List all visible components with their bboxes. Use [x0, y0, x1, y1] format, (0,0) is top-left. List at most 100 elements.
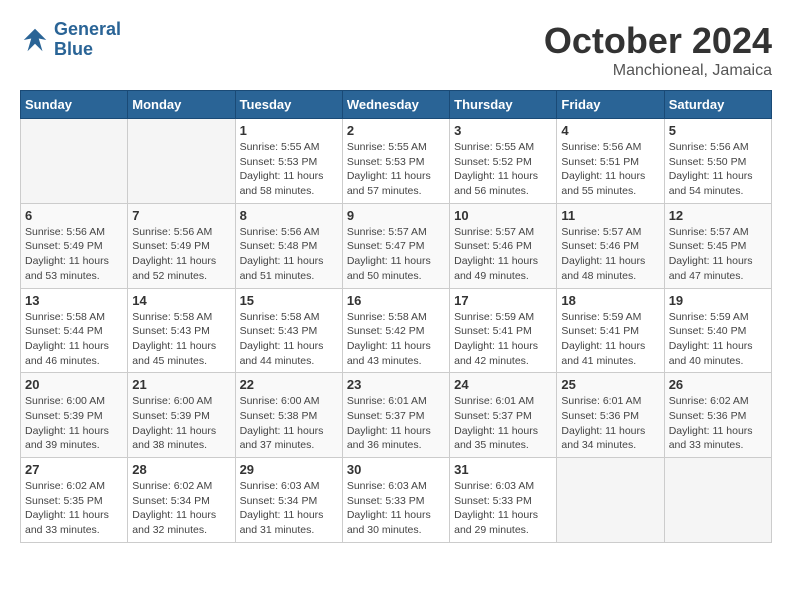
day-info: Sunrise: 5:56 AM Sunset: 5:49 PM Dayligh…: [25, 225, 123, 284]
calendar-day: 19 Sunrise: 5:59 AM Sunset: 5:40 PM Dayli…: [664, 288, 771, 373]
calendar-day: 28 Sunrise: 6:02 AM Sunset: 5:34 PM Dayli…: [128, 458, 235, 543]
day-number: 12: [669, 208, 767, 223]
calendar-week-1: 1 Sunrise: 5:55 AM Sunset: 5:53 PM Daylig…: [21, 119, 772, 204]
day-info: Sunrise: 5:58 AM Sunset: 5:44 PM Dayligh…: [25, 310, 123, 369]
page-header: General Blue October 2024 Manchioneal, J…: [20, 20, 772, 80]
logo-text-general: General: [54, 20, 121, 40]
weekday-header-row: SundayMondayTuesdayWednesdayThursdayFrid…: [21, 91, 772, 119]
day-number: 11: [561, 208, 659, 223]
day-info: Sunrise: 5:55 AM Sunset: 5:53 PM Dayligh…: [240, 140, 338, 199]
day-info: Sunrise: 6:01 AM Sunset: 5:37 PM Dayligh…: [454, 394, 552, 453]
calendar-day: 18Sunrise: 5:59 AM Sunset: 5:41 PM Dayli…: [557, 288, 664, 373]
calendar-day: 17 Sunrise: 5:59 AM Sunset: 5:41 PM Dayli…: [450, 288, 557, 373]
day-info: Sunrise: 5:56 AM Sunset: 5:51 PM Dayligh…: [561, 140, 659, 199]
weekday-header-sunday: Sunday: [21, 91, 128, 119]
day-number: 3: [454, 123, 552, 138]
calendar-day: [21, 119, 128, 204]
month-title: October 2024: [544, 20, 772, 62]
day-info: Sunrise: 6:03 AM Sunset: 5:34 PM Dayligh…: [240, 479, 338, 538]
calendar-day: 25Sunrise: 6:01 AM Sunset: 5:36 PM Dayli…: [557, 373, 664, 458]
calendar-day: 1 Sunrise: 5:55 AM Sunset: 5:53 PM Daylig…: [235, 119, 342, 204]
day-number: 17: [454, 293, 552, 308]
day-info: Sunrise: 5:58 AM Sunset: 5:43 PM Dayligh…: [132, 310, 230, 369]
day-info: Sunrise: 6:03 AM Sunset: 5:33 PM Dayligh…: [347, 479, 445, 538]
day-number: 16: [347, 293, 445, 308]
calendar-day: [664, 458, 771, 543]
day-info: Sunrise: 5:59 AM Sunset: 5:41 PM Dayligh…: [454, 310, 552, 369]
calendar-day: 31 Sunrise: 6:03 AM Sunset: 5:33 PM Dayli…: [450, 458, 557, 543]
calendar-week-2: 6Sunrise: 5:56 AM Sunset: 5:49 PM Daylig…: [21, 203, 772, 288]
day-number: 1: [240, 123, 338, 138]
day-info: Sunrise: 5:57 AM Sunset: 5:47 PM Dayligh…: [347, 225, 445, 284]
day-number: 19: [669, 293, 767, 308]
calendar-day: 26Sunrise: 6:02 AM Sunset: 5:36 PM Dayli…: [664, 373, 771, 458]
calendar-week-3: 13 Sunrise: 5:58 AM Sunset: 5:44 PM Dayli…: [21, 288, 772, 373]
weekday-header-thursday: Thursday: [450, 91, 557, 119]
calendar-day: 22 Sunrise: 6:00 AM Sunset: 5:38 PM Dayli…: [235, 373, 342, 458]
day-info: Sunrise: 5:59 AM Sunset: 5:41 PM Dayligh…: [561, 310, 659, 369]
location-title: Manchioneal, Jamaica: [544, 62, 772, 80]
calendar-day: 5 Sunrise: 5:56 AM Sunset: 5:50 PM Daylig…: [664, 119, 771, 204]
day-number: 8: [240, 208, 338, 223]
day-info: Sunrise: 5:56 AM Sunset: 5:49 PM Dayligh…: [132, 225, 230, 284]
calendar-day: 29 Sunrise: 6:03 AM Sunset: 5:34 PM Dayli…: [235, 458, 342, 543]
day-info: Sunrise: 5:58 AM Sunset: 5:42 PM Dayligh…: [347, 310, 445, 369]
day-info: Sunrise: 5:59 AM Sunset: 5:40 PM Dayligh…: [669, 310, 767, 369]
logo: General Blue: [20, 20, 121, 60]
weekday-header-tuesday: Tuesday: [235, 91, 342, 119]
calendar-day: [128, 119, 235, 204]
calendar-day: 30 Sunrise: 6:03 AM Sunset: 5:33 PM Dayli…: [342, 458, 449, 543]
logo-text-blue: Blue: [54, 40, 121, 60]
day-info: Sunrise: 6:00 AM Sunset: 5:38 PM Dayligh…: [240, 394, 338, 453]
day-info: Sunrise: 5:57 AM Sunset: 5:45 PM Dayligh…: [669, 225, 767, 284]
calendar-day: 7 Sunrise: 5:56 AM Sunset: 5:49 PM Daylig…: [128, 203, 235, 288]
calendar-body: 1 Sunrise: 5:55 AM Sunset: 5:53 PM Daylig…: [21, 119, 772, 543]
day-info: Sunrise: 6:03 AM Sunset: 5:33 PM Dayligh…: [454, 479, 552, 538]
calendar-day: 11Sunrise: 5:57 AM Sunset: 5:46 PM Dayli…: [557, 203, 664, 288]
calendar-day: 27 Sunrise: 6:02 AM Sunset: 5:35 PM Dayli…: [21, 458, 128, 543]
day-number: 20: [25, 377, 123, 392]
calendar-day: 4 Sunrise: 5:56 AM Sunset: 5:51 PM Daylig…: [557, 119, 664, 204]
calendar-day: 16 Sunrise: 5:58 AM Sunset: 5:42 PM Dayli…: [342, 288, 449, 373]
day-info: Sunrise: 5:58 AM Sunset: 5:43 PM Dayligh…: [240, 310, 338, 369]
day-number: 9: [347, 208, 445, 223]
day-info: Sunrise: 6:01 AM Sunset: 5:36 PM Dayligh…: [561, 394, 659, 453]
day-info: Sunrise: 6:02 AM Sunset: 5:34 PM Dayligh…: [132, 479, 230, 538]
day-info: Sunrise: 6:02 AM Sunset: 5:36 PM Dayligh…: [669, 394, 767, 453]
day-info: Sunrise: 5:55 AM Sunset: 5:52 PM Dayligh…: [454, 140, 552, 199]
day-number: 22: [240, 377, 338, 392]
day-info: Sunrise: 5:56 AM Sunset: 5:50 PM Dayligh…: [669, 140, 767, 199]
day-number: 10: [454, 208, 552, 223]
calendar-day: 8Sunrise: 5:56 AM Sunset: 5:48 PM Daylig…: [235, 203, 342, 288]
day-number: 30: [347, 462, 445, 477]
day-info: Sunrise: 5:55 AM Sunset: 5:53 PM Dayligh…: [347, 140, 445, 199]
day-number: 13: [25, 293, 123, 308]
day-number: 4: [561, 123, 659, 138]
calendar-day: 6Sunrise: 5:56 AM Sunset: 5:49 PM Daylig…: [21, 203, 128, 288]
calendar-day: 23Sunrise: 6:01 AM Sunset: 5:37 PM Dayli…: [342, 373, 449, 458]
day-number: 28: [132, 462, 230, 477]
calendar-day: 15 Sunrise: 5:58 AM Sunset: 5:43 PM Dayli…: [235, 288, 342, 373]
weekday-header-monday: Monday: [128, 91, 235, 119]
calendar-table: SundayMondayTuesdayWednesdayThursdayFrid…: [20, 90, 772, 543]
day-number: 31: [454, 462, 552, 477]
calendar-day: 2 Sunrise: 5:55 AM Sunset: 5:53 PM Daylig…: [342, 119, 449, 204]
title-section: October 2024 Manchioneal, Jamaica: [544, 20, 772, 80]
calendar-day: 20 Sunrise: 6:00 AM Sunset: 5:39 PM Dayli…: [21, 373, 128, 458]
calendar-day: 24Sunrise: 6:01 AM Sunset: 5:37 PM Dayli…: [450, 373, 557, 458]
day-number: 29: [240, 462, 338, 477]
weekday-header-friday: Friday: [557, 91, 664, 119]
day-info: Sunrise: 6:00 AM Sunset: 5:39 PM Dayligh…: [25, 394, 123, 453]
day-number: 7: [132, 208, 230, 223]
day-info: Sunrise: 6:02 AM Sunset: 5:35 PM Dayligh…: [25, 479, 123, 538]
day-info: Sunrise: 6:00 AM Sunset: 5:39 PM Dayligh…: [132, 394, 230, 453]
weekday-header-wednesday: Wednesday: [342, 91, 449, 119]
weekday-header-saturday: Saturday: [664, 91, 771, 119]
day-number: 5: [669, 123, 767, 138]
day-number: 15: [240, 293, 338, 308]
day-number: 2: [347, 123, 445, 138]
day-number: 14: [132, 293, 230, 308]
day-info: Sunrise: 5:57 AM Sunset: 5:46 PM Dayligh…: [454, 225, 552, 284]
day-number: 27: [25, 462, 123, 477]
day-number: 21: [132, 377, 230, 392]
